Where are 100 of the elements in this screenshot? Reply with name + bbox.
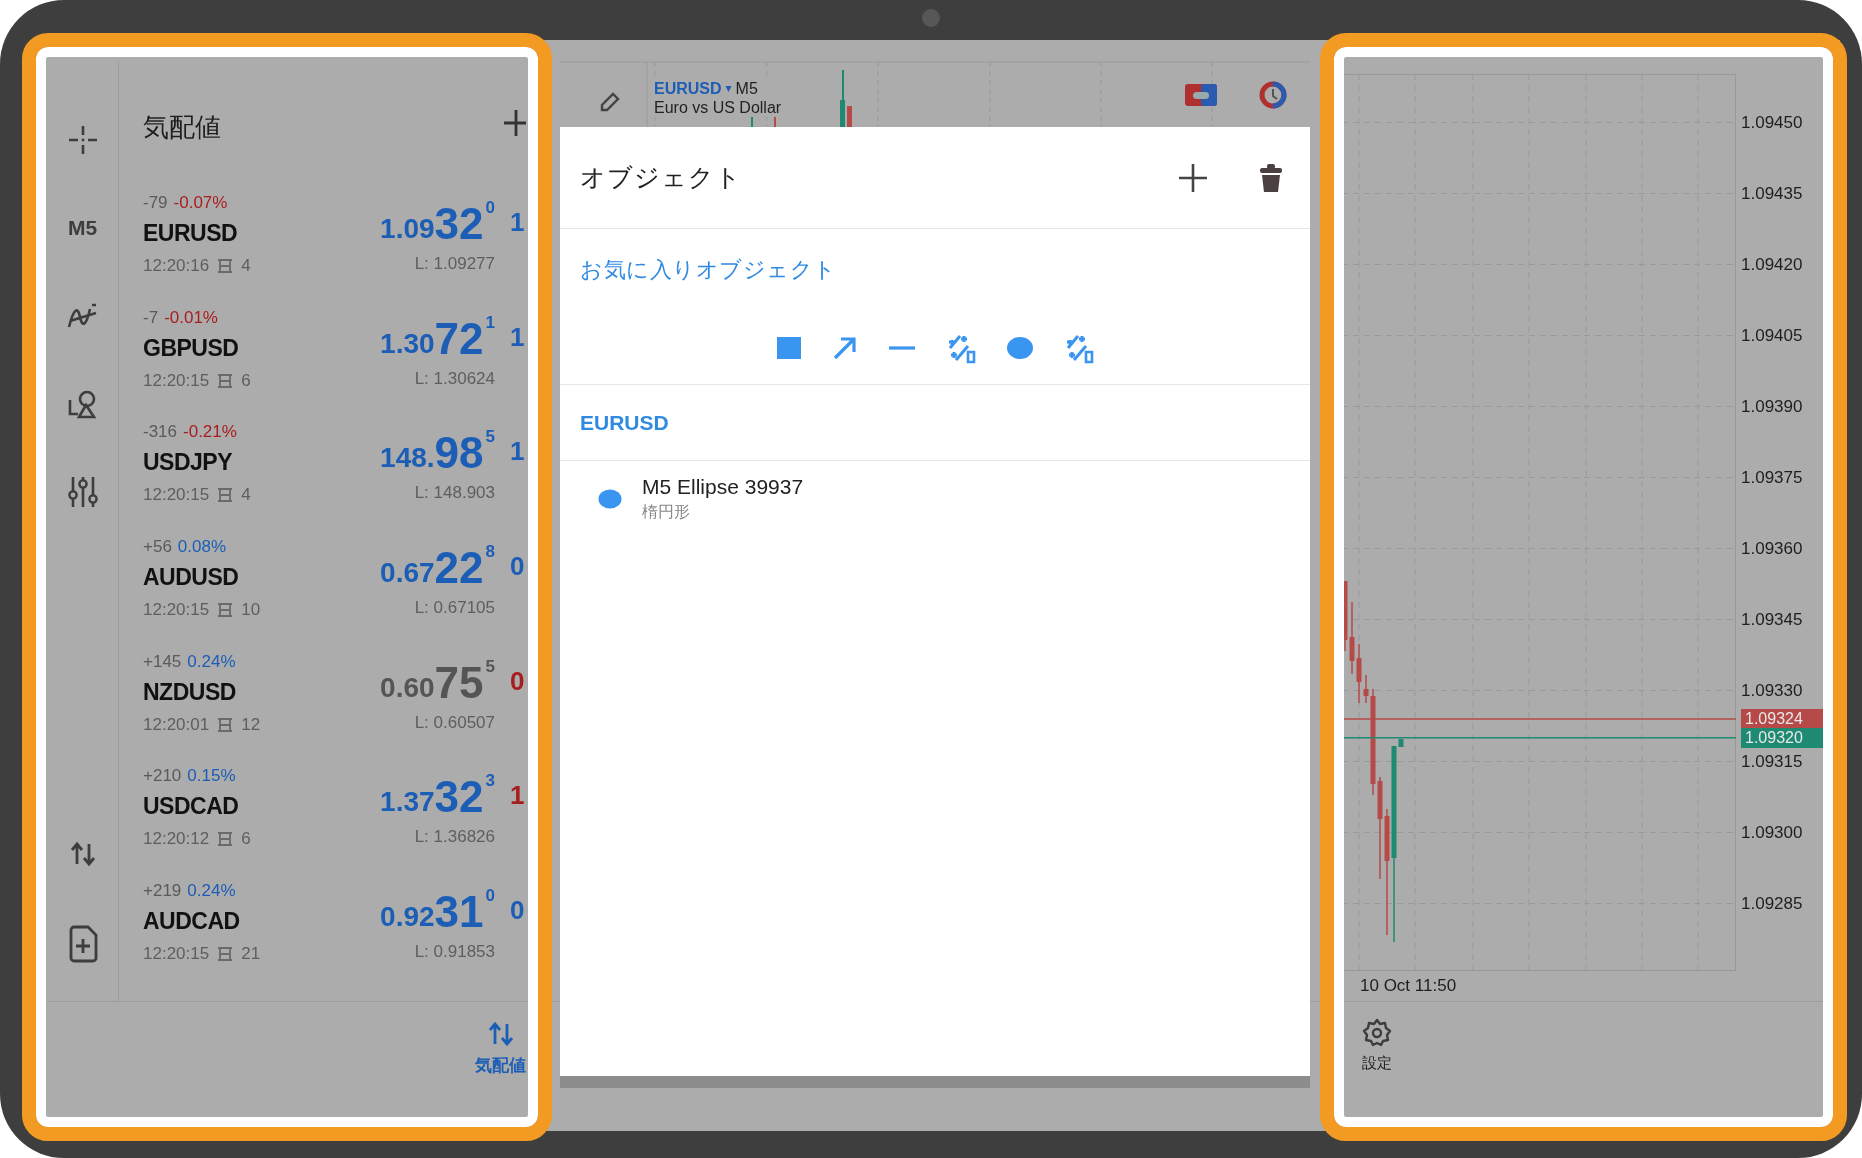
quote-time: 12:20:15 (143, 943, 210, 966)
price-label: 1.09450 (1741, 112, 1803, 133)
quote-time: 12:20:01 (143, 713, 210, 736)
spread-icon (216, 715, 235, 734)
quote-time: 12:20:12 (143, 828, 210, 851)
change-points: +145 (143, 651, 182, 671)
object-name: M5 Ellipse 39937 (642, 474, 804, 500)
symbol-name: NZDUSD (143, 677, 237, 707)
ask-price: 1 (510, 321, 526, 354)
shapes-icon[interactable] (66, 388, 99, 420)
ask-price: 1 (510, 207, 526, 239)
spread-value: 12 (241, 713, 261, 736)
low-price: L: 1.36826 (414, 826, 495, 849)
low-price: L: 1.09277 (414, 253, 495, 275)
symbol-name: USDJPY (143, 448, 234, 478)
ask-price: 1 (510, 436, 526, 469)
symbol-name: EURUSD (143, 219, 239, 248)
watchlist-title: 気配値 (143, 111, 222, 144)
price-label: 1.09300 (1741, 822, 1803, 843)
ask-price: 1 (510, 780, 526, 813)
spread-icon (216, 945, 235, 964)
low-price: L: 0.91853 (414, 941, 495, 964)
spread-value: 6 (241, 369, 251, 392)
low-price: L: 148.903 (414, 482, 495, 505)
change-points: +219 (143, 881, 182, 901)
ask-price: 0 (510, 895, 526, 928)
price-label: 1.09435 (1741, 183, 1803, 204)
panel-title: オブジェクト (580, 162, 742, 193)
settings-icon (1362, 1018, 1392, 1048)
change-percent: -0.07% (173, 193, 228, 212)
arrow-icon[interactable] (832, 334, 858, 361)
price-label: 1.09330 (1741, 680, 1803, 701)
spread-value: 6 (241, 828, 251, 851)
sort-icon[interactable] (68, 840, 97, 868)
section-title: お気に入りオブジェクト (579, 256, 838, 284)
price-tag: 1.09324 (1741, 708, 1823, 729)
settings-button[interactable]: 設定 (1362, 1018, 1392, 1082)
quote-time: 12:20:15 (143, 369, 210, 392)
add-icon[interactable] (1177, 161, 1209, 194)
change-points: +210 (143, 766, 182, 786)
spread-icon (216, 371, 235, 390)
change-points: -316 (143, 422, 178, 442)
change-percent: -0.01% (164, 307, 218, 327)
change-percent: 0.15% (187, 766, 236, 786)
spread-value: 4 (241, 484, 251, 507)
change-points: -7 (143, 307, 159, 327)
quote-time: 12:20:15 (143, 599, 210, 622)
spread-icon (216, 601, 235, 620)
spread-icon (216, 257, 235, 275)
spread-icon (216, 486, 235, 505)
change-points: +56 (143, 537, 172, 557)
rectangle-icon[interactable] (776, 335, 802, 360)
add-file-icon[interactable] (67, 925, 98, 963)
spread-icon (216, 830, 235, 849)
trade-icon[interactable] (1184, 81, 1218, 108)
low-price: L: 0.60507 (414, 711, 495, 734)
line-icon[interactable] (888, 343, 916, 352)
clock-icon[interactable] (1258, 79, 1288, 110)
ellipse-icon (598, 488, 622, 509)
ellipse-icon[interactable] (1006, 335, 1034, 360)
symbol-name: AUDUSD (143, 563, 240, 593)
chart-timeframe: M5 (735, 78, 758, 98)
price-label: 1.09315 (1741, 751, 1803, 772)
price-label: 1.09375 (1741, 467, 1803, 488)
object-row[interactable]: M5 Ellipse 39937 楕円形 (560, 461, 1310, 536)
sliders-icon[interactable] (66, 475, 99, 509)
object-type: 楕円形 (642, 502, 691, 522)
symbol-name: GBPUSD (143, 333, 240, 363)
add-icon[interactable] (504, 108, 526, 138)
group-title: EURUSD (560, 385, 1310, 461)
change-percent: -0.21% (183, 422, 237, 442)
price-label: 1.09360 (1741, 538, 1803, 559)
timeframe-button[interactable]: M5 (67, 216, 98, 240)
spread-value: 10 (241, 599, 261, 622)
spread-value: 21 (241, 943, 261, 966)
price-label: 1.09285 (1741, 893, 1803, 914)
change-points: -79 (143, 193, 168, 212)
price-tag: 1.09320 (1741, 727, 1823, 748)
low-price: L: 0.67105 (414, 597, 495, 620)
price-label: 1.09390 (1741, 396, 1803, 417)
price-label: 1.09420 (1741, 254, 1803, 275)
price-label: 1.09345 (1741, 609, 1803, 630)
change-percent: 0.24% (187, 651, 236, 671)
ask-price: 0 (510, 665, 526, 698)
chart-description: Euro vs US Dollar (654, 97, 782, 117)
change-percent: 0.24% (187, 881, 236, 901)
symbol-name: USDCAD (143, 792, 240, 822)
price-label: 1.09405 (1741, 325, 1803, 346)
ask-price: 0 (510, 551, 526, 584)
change-percent: 0.08% (177, 537, 227, 557)
spread-value: 4 (241, 255, 251, 277)
quote-time: 12:20:15 (143, 484, 210, 507)
low-price: L: 1.30624 (414, 367, 495, 390)
time-label: 10 Oct 11:50 (1359, 975, 1458, 997)
nav-label: 気配値 (475, 1055, 526, 1077)
sort-icon (486, 1020, 515, 1048)
trash-icon[interactable] (1259, 162, 1283, 193)
quote-time: 12:20:16 (143, 255, 210, 277)
symbol-name: AUDCAD (143, 907, 241, 937)
camera-dot (922, 9, 940, 27)
